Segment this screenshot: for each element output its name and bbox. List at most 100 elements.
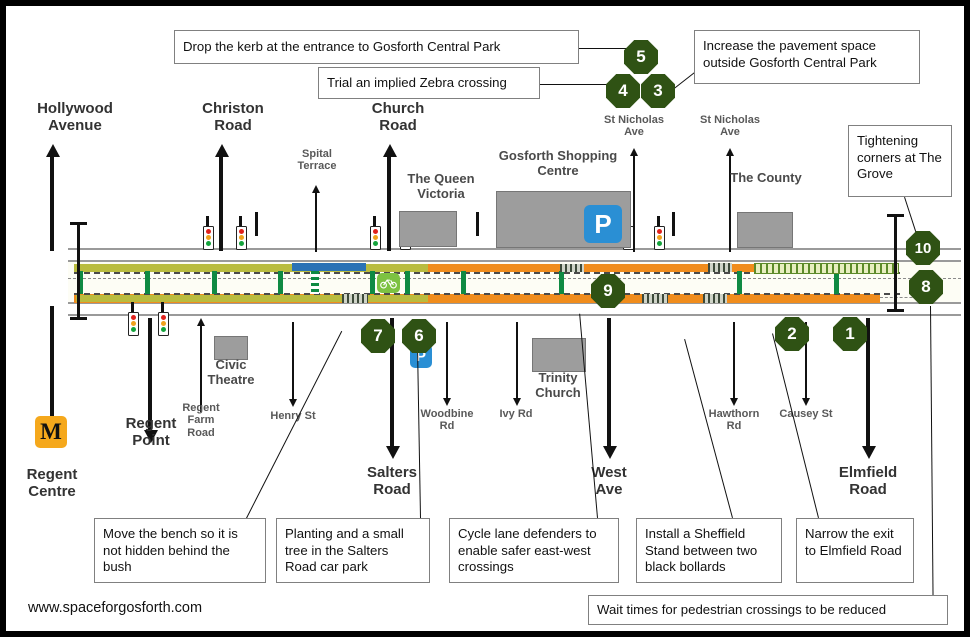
arrow-down-hawthorn-rd — [730, 398, 738, 406]
label-text: St Nicholas Ave — [700, 114, 760, 139]
side-road-divider — [672, 212, 675, 236]
badge-number: 9 — [603, 281, 613, 300]
planting-strip-north — [754, 263, 899, 274]
badge-number: 4 — [618, 81, 628, 100]
leader-line-4 — [539, 84, 612, 86]
badge-3[interactable]: 3 — [641, 74, 675, 108]
bollard-group — [703, 294, 727, 303]
arrow-down-west-ave — [603, 446, 617, 459]
pavement-edge-south — [68, 314, 961, 316]
badge-7[interactable]: 7 — [361, 319, 395, 353]
stem-stnich-west — [633, 155, 635, 252]
badge-1[interactable]: 1 — [833, 317, 867, 351]
label-text: Christon Road — [202, 100, 264, 134]
street-label-st-nicholas-ave-east: St Nicholas Ave — [690, 114, 770, 139]
bus-lane-north-east — [428, 264, 516, 272]
arrow-down-causey-st — [802, 398, 810, 406]
badge-5[interactable]: 5 — [624, 40, 658, 74]
metro-letter: M — [40, 419, 62, 444]
callout-tightening-corners[interactable]: Tightening corners at The Grove — [848, 125, 952, 197]
callout-text: Narrow the exit to Elmfield Road — [805, 526, 902, 558]
callout-text: Install a Sheffield Stand between two bl… — [645, 526, 758, 574]
label-text: Hawthorn Rd — [708, 408, 760, 433]
cycle-lane-defender — [212, 271, 217, 294]
label-text: The Queen Victoria — [407, 171, 475, 201]
cycle-lane-defender — [461, 271, 466, 294]
badge-4[interactable]: 4 — [606, 74, 640, 108]
label-text: West Ave — [591, 464, 627, 498]
building-trinity-church — [532, 338, 586, 372]
pavement-edge-north — [68, 248, 961, 250]
bollard-group — [708, 263, 732, 272]
road-end-marker-east — [887, 214, 904, 313]
street-label-ivy-rd: Ivy Rd — [495, 408, 537, 420]
badge-number: 8 — [921, 277, 931, 296]
callout-planting-tree[interactable]: Planting and a small tree in the Salters… — [276, 518, 430, 583]
label-text: Ivy Rd — [499, 408, 533, 420]
badge-number: 6 — [414, 326, 424, 345]
centre-line — [68, 278, 961, 279]
leader-line-5 — [576, 48, 631, 50]
label-text: Hollywood Avenue — [37, 100, 113, 134]
badge-6[interactable]: 6 — [402, 319, 436, 353]
stem-regent-point — [148, 318, 152, 430]
stem-spital — [315, 192, 317, 252]
cycle-track-edge-south — [74, 293, 900, 295]
parking-letter: P — [594, 208, 612, 239]
stem-church — [387, 156, 391, 251]
arrow-down-elmfield-road — [862, 446, 876, 459]
bollard-group — [560, 264, 584, 272]
label-text: The County — [730, 170, 802, 185]
cycle-lane-defender — [559, 271, 564, 294]
raised-crossing-table — [292, 263, 366, 271]
arrow-down-henry-st — [289, 399, 297, 407]
street-label-regent-centre: Regent Centre — [9, 466, 95, 501]
badge-2[interactable]: 2 — [775, 317, 809, 351]
street-label-hawthorn-rd: Hawthorn Rd — [703, 408, 765, 433]
cycle-lane-defender — [278, 271, 283, 294]
street-label-causey-st: Causey St — [779, 408, 833, 420]
callout-zebra-crossing[interactable]: Trial an implied Zebra crossing — [318, 67, 540, 99]
callout-text: Drop the kerb at the entrance to Gosfort… — [183, 38, 501, 54]
callout-text: Wait times for pedestrian crossings to b… — [597, 601, 887, 617]
road-end-marker-west — [70, 222, 87, 321]
building-queen-victoria — [399, 211, 457, 247]
cycle-lane-defender — [405, 271, 410, 294]
label-text: St Nicholas Ave — [604, 114, 664, 139]
street-label-salters-road: Salters Road — [356, 464, 428, 499]
label-text: Church Road — [371, 100, 425, 134]
callout-narrow-exit[interactable]: Narrow the exit to Elmfield Road — [796, 518, 914, 583]
cycle-lane-defender — [737, 271, 742, 294]
callout-move-bench[interactable]: Move the bench so it is not hidden behin… — [94, 518, 266, 583]
street-label-spital-terrace: Spital Terrace — [283, 148, 351, 173]
cycle-lane-defender — [834, 271, 839, 294]
callout-sheffield-stand[interactable]: Install a Sheffield Stand between two bl… — [636, 518, 782, 583]
cycle-lane-defender — [145, 271, 150, 294]
stem-regent-centre — [50, 306, 54, 428]
landmark-label-shopping-centre: Gosforth Shopping Centre — [490, 148, 626, 178]
label-text: Causey St — [779, 408, 833, 420]
leader-line-1 — [772, 333, 820, 518]
callout-pavement-space[interactable]: Increase the pavement space outside Gosf… — [694, 30, 920, 84]
street-label-st-nicholas-ave-west: St Nicholas Ave — [595, 114, 673, 139]
callout-cycle-lane-defenders[interactable]: Cycle lane defenders to enable safer eas… — [449, 518, 619, 583]
arrow-down-salters-road — [386, 446, 400, 459]
badge-number: 10 — [914, 239, 932, 257]
website-url[interactable]: www.spaceforgosforth.com — [28, 600, 202, 616]
label-text: Regent Centre — [26, 466, 78, 500]
badge-number: 3 — [653, 81, 663, 100]
landmark-label-queen-victoria: The Queen Victoria — [392, 171, 490, 201]
callout-wait-times[interactable]: Wait times for pedestrian crossings to b… — [588, 595, 948, 625]
street-label-west-ave: West Ave — [578, 464, 640, 499]
parking-icon: P — [584, 205, 622, 243]
stem-ivy-rd — [516, 322, 518, 398]
street-label-regent-farm-road: Regent Farm Road — [173, 402, 229, 439]
side-road-divider — [255, 212, 258, 236]
label-text: Henry St — [270, 410, 316, 422]
street-label-christon-road: Christon Road — [188, 100, 278, 135]
callout-text: Trial an implied Zebra crossing — [327, 74, 507, 90]
callout-drop-kerb[interactable]: Drop the kerb at the entrance to Gosfort… — [174, 30, 579, 64]
stem-henry-st — [292, 322, 294, 399]
building-the-county — [737, 212, 793, 248]
stem-hawthorn-rd — [733, 322, 735, 398]
